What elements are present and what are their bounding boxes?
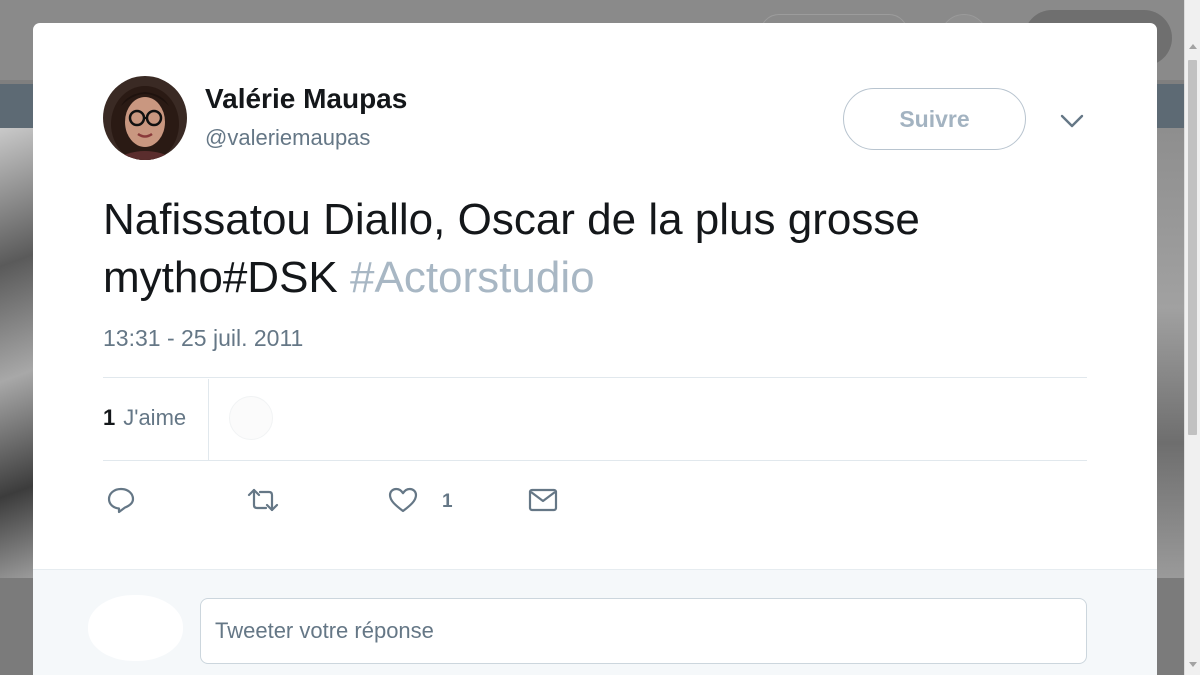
hashtag-link[interactable]: #Actorstudio	[350, 253, 595, 302]
envelope-icon	[528, 487, 558, 517]
chevron-down-icon[interactable]	[1057, 109, 1087, 133]
liker-avatar[interactable]	[229, 396, 273, 440]
scroll-up-arrow[interactable]	[1189, 44, 1197, 49]
retweet-button[interactable]	[246, 485, 280, 519]
page-scrollbar[interactable]	[1184, 0, 1200, 675]
author-handle[interactable]: @valeriemaupas	[205, 125, 370, 151]
reply-button[interactable]	[106, 485, 136, 519]
likes-count: 1	[103, 405, 116, 430]
direct-message-button[interactable]	[528, 485, 558, 519]
tweet-timestamp[interactable]: 13:31 - 25 juil. 2011	[103, 325, 303, 352]
reply-icon	[106, 485, 136, 519]
stats-separator	[208, 379, 209, 461]
current-user-avatar	[88, 595, 183, 661]
background-photo-left	[0, 128, 34, 578]
retweet-icon	[246, 485, 280, 519]
heart-icon	[388, 486, 418, 518]
scroll-thumb[interactable]	[1188, 60, 1197, 435]
tweet-text: Nafissatou Diallo, Oscar de la plus gros…	[103, 191, 1103, 307]
reply-composer: Tweeter votre réponse	[33, 569, 1157, 675]
like-button[interactable]: 1	[388, 485, 453, 519]
like-count: 1	[442, 491, 453, 512]
divider-bottom	[103, 460, 1087, 461]
likes-stat[interactable]: 1 J'aime	[103, 405, 186, 431]
author-avatar[interactable]	[103, 76, 187, 160]
follow-button[interactable]: Suivre	[843, 88, 1026, 150]
divider-top	[103, 377, 1087, 378]
background-photo-right	[1157, 128, 1187, 578]
scroll-down-arrow[interactable]	[1189, 662, 1197, 667]
reply-input[interactable]: Tweeter votre réponse	[200, 598, 1087, 664]
tweet-modal: Valérie Maupas @valeriemaupas Suivre Naf…	[33, 23, 1157, 675]
author-name[interactable]: Valérie Maupas	[205, 83, 407, 115]
likes-label: J'aime	[123, 405, 187, 430]
